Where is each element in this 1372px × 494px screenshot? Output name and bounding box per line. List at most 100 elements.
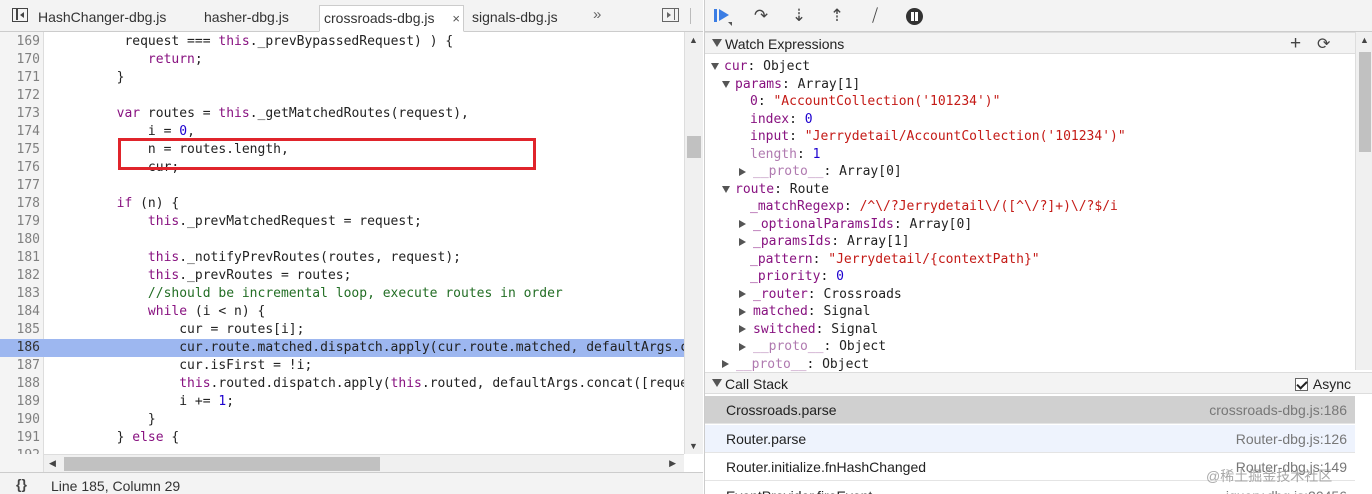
watch-row[interactable]: route: Route (722, 181, 829, 198)
toggle-debugger-icon[interactable] (662, 8, 679, 22)
line-number[interactable]: 180 (0, 231, 40, 249)
collapsed-arrow-icon[interactable] (739, 342, 746, 351)
line-number[interactable]: 185 (0, 321, 40, 339)
code-line[interactable]: 188 this.routed.dispatch.apply(this.rout… (0, 375, 684, 393)
code-line[interactable]: 189 i += 1; (0, 393, 684, 411)
watch-row[interactable]: _paramsIds: Array[1] (739, 233, 910, 250)
line-number[interactable]: 182 (0, 267, 40, 285)
step-into-button[interactable]: ⇣ (789, 6, 809, 26)
expanded-arrow-icon[interactable] (722, 80, 730, 88)
line-number[interactable]: 173 (0, 105, 40, 123)
editor-vertical-scrollbar[interactable]: ▲ ▼ (684, 32, 703, 454)
line-number[interactable]: 178 (0, 195, 40, 213)
code-line[interactable]: 186 cur.route.matched.dispatch.apply(cur… (0, 339, 684, 357)
line-number[interactable]: 175 (0, 141, 40, 159)
code-line[interactable]: 192 (0, 447, 684, 454)
scroll-up-arrow-icon[interactable]: ▲ (1360, 35, 1369, 45)
code-line[interactable]: 183 //should be incremental loop, execut… (0, 285, 684, 303)
code-line[interactable]: 178 if (n) { (0, 195, 684, 213)
code-line[interactable]: 171 } (0, 69, 684, 87)
code-line[interactable]: 172 (0, 87, 684, 105)
line-number[interactable]: 190 (0, 411, 40, 429)
line-number[interactable]: 192 (0, 447, 40, 454)
line-number[interactable]: 184 (0, 303, 40, 321)
call-frame[interactable]: Crossroads.parse crossroads-dbg.js:186 (705, 396, 1355, 424)
collapsed-arrow-icon[interactable] (739, 167, 746, 176)
code-line[interactable]: 180 (0, 231, 684, 249)
sidebar-scrollbar[interactable]: ▲ (1355, 32, 1372, 370)
call-frame-location[interactable]: crossroads-dbg.js:186 (1209, 402, 1347, 418)
step-out-button[interactable]: ⇡ (827, 6, 847, 26)
resume-button[interactable] (711, 6, 732, 26)
watch-row[interactable]: cur: Object (711, 58, 810, 75)
collapsed-arrow-icon[interactable] (739, 220, 746, 228)
line-number[interactable]: 189 (0, 393, 40, 411)
code-line[interactable]: 184 while (i < n) { (0, 303, 684, 321)
tab-signals[interactable]: signals-dbg.js (468, 5, 578, 32)
collapsed-arrow-icon[interactable] (739, 307, 746, 316)
sidebar-scroll-thumb[interactable] (1359, 52, 1371, 152)
watch-row[interactable]: _router: Crossroads (739, 286, 902, 303)
line-number[interactable]: 191 (0, 429, 40, 447)
more-tabs-icon[interactable]: » (593, 6, 601, 23)
scroll-thumb[interactable] (687, 136, 701, 158)
collapsed-arrow-icon[interactable] (739, 237, 746, 246)
line-number[interactable]: 179 (0, 213, 40, 231)
async-toggle[interactable]: Async (1294, 376, 1351, 392)
pause-on-exceptions-button[interactable] (904, 6, 924, 26)
call-frame[interactable]: Router.parse Router-dbg.js:126 (705, 424, 1355, 453)
watch-row[interactable]: _optionalParamsIds: Array[0] (739, 216, 972, 233)
step-over-button[interactable]: ↷ (751, 6, 771, 26)
scroll-down-arrow-icon[interactable]: ▼ (689, 441, 698, 451)
collapsed-arrow-icon[interactable] (739, 290, 746, 298)
async-checkbox[interactable] (1294, 378, 1308, 391)
code-line[interactable]: 170 return; (0, 51, 684, 69)
expanded-arrow-icon[interactable] (711, 63, 719, 70)
line-number[interactable]: 187 (0, 357, 40, 375)
code-line[interactable]: 177 (0, 177, 684, 195)
code-editor[interactable]: 168 (request === this._prevMatchedReques… (0, 32, 684, 454)
pretty-print-braces-icon[interactable]: {} (16, 476, 27, 492)
line-number[interactable]: 186 (0, 339, 40, 357)
line-number[interactable]: 174 (0, 123, 40, 141)
line-number[interactable]: 181 (0, 249, 40, 267)
refresh-watch-icon[interactable]: ⟳ (1317, 34, 1330, 54)
watch-expressions-header[interactable]: Watch Expressions + ⟳ (705, 32, 1355, 54)
toggle-navigator-icon[interactable] (12, 8, 28, 22)
deactivate-breakpoints-button[interactable]: ⧸ (865, 6, 885, 26)
code-line[interactable]: 181 this._notifyPrevRoutes(routes, reque… (0, 249, 684, 267)
code-line[interactable]: 179 this._prevMatchedRequest = request; (0, 213, 684, 231)
line-number[interactable]: 172 (0, 87, 40, 105)
code-line[interactable]: 190 } (0, 411, 684, 429)
call-frame-location[interactable]: jquery.dbg.js:20456 (1226, 488, 1347, 494)
tab-hashchanger[interactable]: HashChanger-dbg.js (34, 5, 194, 32)
code-line[interactable]: 191 } else { (0, 429, 684, 447)
expanded-arrow-icon[interactable] (722, 185, 730, 193)
watch-row[interactable]: matched: Signal (739, 303, 870, 320)
scroll-right-arrow-icon[interactable]: ▶ (669, 458, 676, 469)
scroll-left-arrow-icon[interactable]: ◀ (49, 458, 56, 469)
line-number[interactable]: 183 (0, 285, 40, 303)
collapsed-arrow-icon[interactable] (722, 360, 729, 368)
editor-horizontal-scrollbar[interactable]: ◀ ▶ (44, 454, 684, 472)
watch-row[interactable]: params: Array[1] (722, 76, 860, 93)
hscroll-thumb[interactable] (64, 457, 380, 471)
code-line[interactable]: 187 cur.isFirst = !i; (0, 357, 684, 375)
line-number[interactable]: 188 (0, 375, 40, 393)
code-line[interactable]: 185 cur = routes[i]; (0, 321, 684, 339)
code-line[interactable]: 182 this._prevRoutes = routes; (0, 267, 684, 285)
line-number[interactable]: 169 (0, 33, 40, 51)
watch-row[interactable]: __proto__: Object (739, 338, 886, 355)
tab-hasher[interactable]: hasher-dbg.js (200, 5, 310, 32)
code-line[interactable]: 169 request === this._prevBypassedReques… (0, 33, 684, 51)
collapsed-arrow-icon[interactable] (739, 325, 746, 333)
line-number[interactable]: 176 (0, 159, 40, 177)
line-number[interactable]: 177 (0, 177, 40, 195)
watch-row[interactable]: __proto__: Array[0] (739, 163, 902, 180)
watch-row[interactable]: __proto__: Object (722, 356, 869, 373)
line-number[interactable]: 171 (0, 69, 40, 87)
line-number[interactable]: 170 (0, 51, 40, 69)
code-line[interactable]: 173 var routes = this._getMatchedRoutes(… (0, 105, 684, 123)
close-tab-icon[interactable]: × (452, 6, 460, 31)
add-watch-icon[interactable]: + (1290, 33, 1301, 55)
